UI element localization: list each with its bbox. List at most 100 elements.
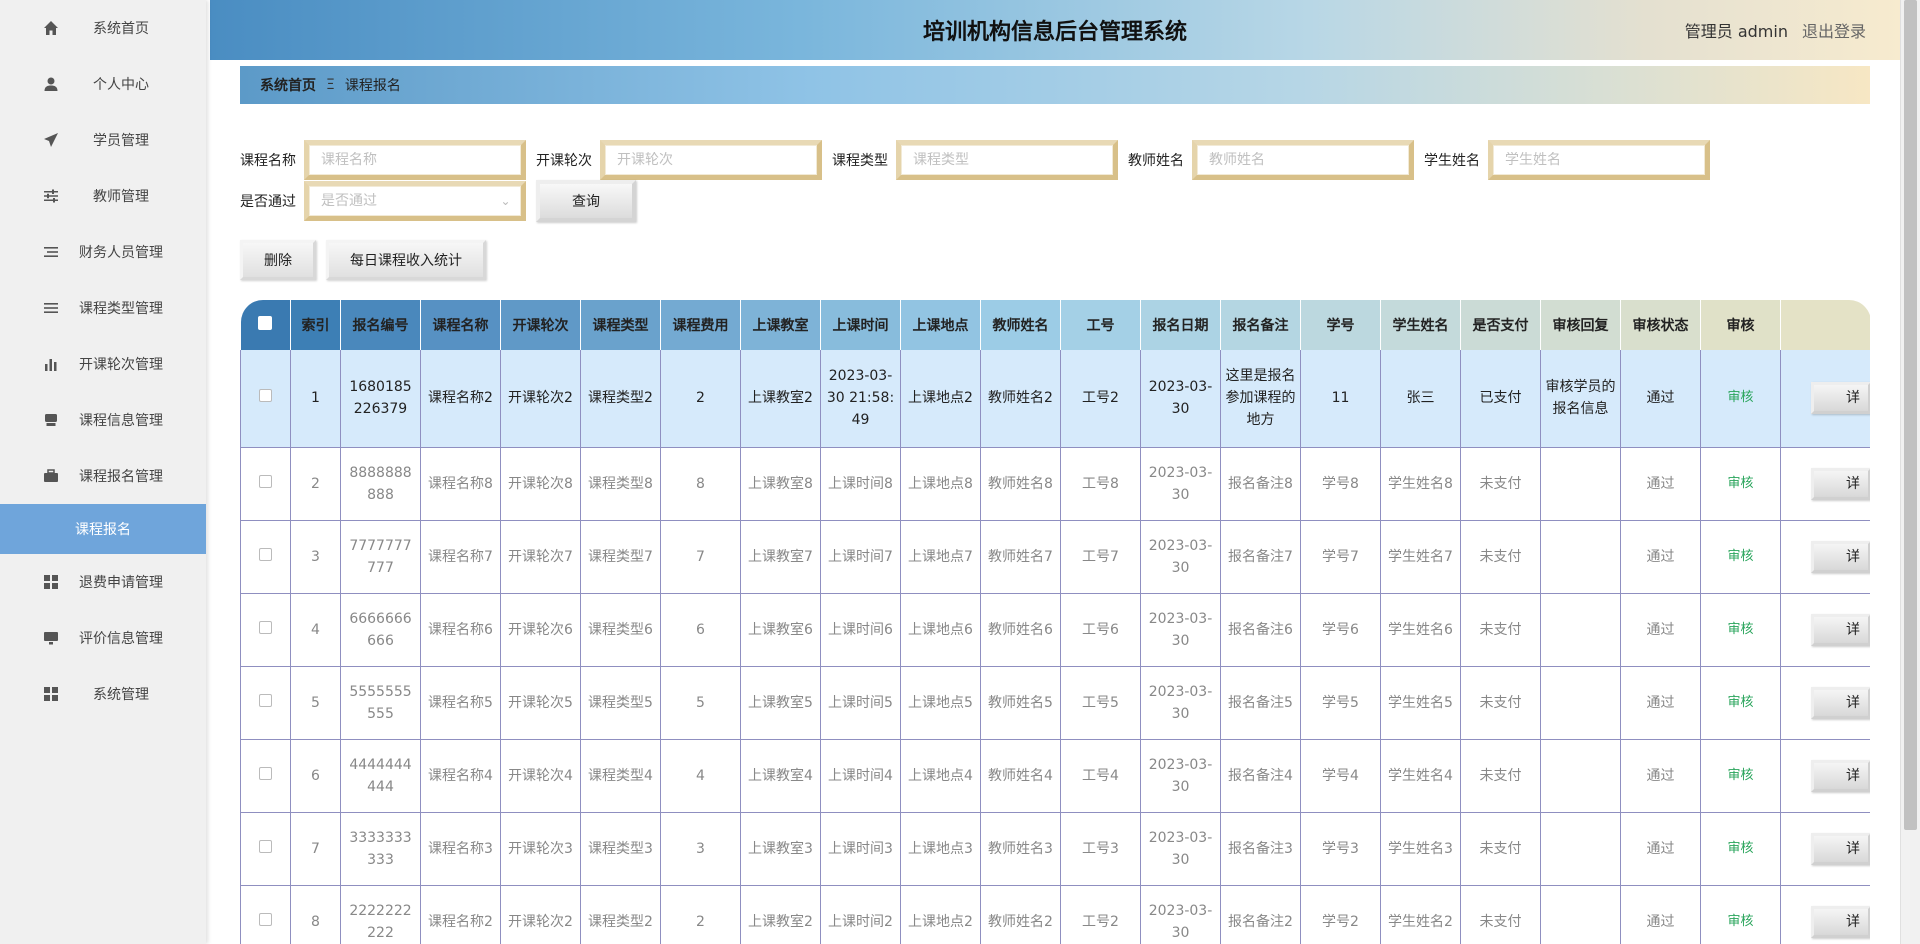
breadcrumb-separator-icon: Ξ xyxy=(326,77,335,93)
audit-link[interactable]: 审核 xyxy=(1700,739,1781,813)
round-input[interactable] xyxy=(617,152,817,168)
audit-link[interactable]: 审核 xyxy=(1700,350,1781,448)
row-actions-cell: 详 xyxy=(1780,593,1870,667)
user-name: 管理员 admin xyxy=(1684,22,1788,41)
round-cell: 开课轮次2 xyxy=(500,885,581,944)
delete-button[interactable]: 删除 xyxy=(240,240,316,280)
sidebar-subitem-enroll[interactable]: 课程报名 xyxy=(0,504,206,554)
column-header: 上课地点 xyxy=(900,300,981,350)
course-name-input[interactable] xyxy=(321,152,521,168)
pass-select[interactable]: ⌄ xyxy=(304,181,526,221)
row-checkbox[interactable] xyxy=(259,693,272,707)
student-id-cell: 11 xyxy=(1300,350,1381,448)
student-id-cell: 学号5 xyxy=(1300,666,1381,740)
row-select-cell xyxy=(240,350,291,448)
enroll-no-cell: 3333333333 xyxy=(340,812,421,886)
sidebar-item-rounds[interactable]: 开课轮次管理 xyxy=(0,336,206,392)
top-header: 培训机构信息后台管理系统 管理员 admin 退出登录 xyxy=(210,0,1900,60)
breadcrumb-home[interactable]: 系统首页 xyxy=(260,75,316,95)
sidebar-item-refunds[interactable]: 退费申请管理 xyxy=(0,554,206,610)
course-type-cell: 课程类型5 xyxy=(580,666,661,740)
audit-link[interactable]: 审核 xyxy=(1700,447,1781,521)
student-id-cell: 学号8 xyxy=(1300,447,1381,521)
bar-chart-icon xyxy=(42,355,60,373)
list-icon xyxy=(42,243,60,261)
detail-button[interactable]: 详 xyxy=(1811,540,1870,573)
print-icon xyxy=(42,411,60,429)
search-row-2: 是否通过 ⌄ 查询 xyxy=(240,180,636,222)
enroll-date-cell: 2023-03-30 xyxy=(1140,812,1221,886)
class-time-cell: 上课时间8 xyxy=(820,447,901,521)
grid-icon xyxy=(42,573,60,591)
status-cell: 通过 xyxy=(1620,447,1701,521)
detail-button[interactable]: 详 xyxy=(1811,613,1870,646)
place-cell: 上课地点6 xyxy=(900,593,981,667)
pass-select-input[interactable] xyxy=(321,193,501,209)
status-cell: 通过 xyxy=(1620,593,1701,667)
sidebar-item-label: 开课轮次管理 xyxy=(79,357,163,373)
sidebar-item-label: 系统首页 xyxy=(93,21,149,37)
detail-button[interactable]: 详 xyxy=(1811,467,1870,500)
daily-income-stats-button[interactable]: 每日课程收入统计 xyxy=(326,240,486,280)
select-all-checkbox[interactable] xyxy=(258,316,273,330)
teacher-input[interactable] xyxy=(1209,152,1409,168)
query-button[interactable]: 查询 xyxy=(536,180,636,222)
user-area: 管理员 admin 退出登录 xyxy=(1685,0,1866,60)
sidebar-item-label: 退费申请管理 xyxy=(79,575,163,591)
remark-cell: 报名备注4 xyxy=(1220,739,1301,813)
reply-cell: 审核学员的报名信息 xyxy=(1540,350,1621,448)
row-checkbox[interactable] xyxy=(259,912,272,926)
course-name-cell: 课程名称8 xyxy=(420,447,501,521)
detail-button[interactable]: 详 xyxy=(1811,759,1870,792)
row-select-cell xyxy=(240,885,291,944)
sidebar-item-teachers[interactable]: 教师管理 xyxy=(0,168,206,224)
table-header-row: 索引 报名编号 课程名称 开课轮次 课程类型 课程费用 上课教室 上课时间 上课… xyxy=(240,300,1870,350)
sidebar-item-reviews[interactable]: 评价信息管理 xyxy=(0,610,206,666)
audit-link[interactable]: 审核 xyxy=(1700,885,1781,944)
audit-link[interactable]: 审核 xyxy=(1700,593,1781,667)
remark-cell: 报名备注2 xyxy=(1220,885,1301,944)
audit-link[interactable]: 审核 xyxy=(1700,812,1781,886)
sidebar-item-enrollment[interactable]: 课程报名管理 xyxy=(0,448,206,504)
student-name-cell: 学生姓名3 xyxy=(1380,812,1461,886)
scrollbar-thumb[interactable] xyxy=(1904,0,1917,830)
row-checkbox[interactable] xyxy=(259,620,272,634)
sidebar-item-course-info[interactable]: 课程信息管理 xyxy=(0,392,206,448)
row-checkbox[interactable] xyxy=(259,474,272,488)
sidebar-item-profile[interactable]: 个人中心 xyxy=(0,56,206,112)
status-cell: 通过 xyxy=(1620,520,1701,594)
course-name-cell: 课程名称3 xyxy=(420,812,501,886)
detail-button[interactable]: 详 xyxy=(1811,832,1870,865)
type-input[interactable] xyxy=(913,152,1113,168)
row-checkbox[interactable] xyxy=(259,839,272,853)
logout-link[interactable]: 退出登录 xyxy=(1802,18,1866,42)
audit-link[interactable]: 审核 xyxy=(1700,666,1781,740)
status-cell: 通过 xyxy=(1620,666,1701,740)
row-checkbox[interactable] xyxy=(259,389,272,403)
audit-link[interactable]: 审核 xyxy=(1700,520,1781,594)
sidebar-item-students[interactable]: 学员管理 xyxy=(0,112,206,168)
index-cell: 8 xyxy=(290,885,341,944)
job-no-cell: 工号5 xyxy=(1060,666,1141,740)
enroll-date-cell: 2023-03-30 xyxy=(1140,520,1221,594)
sliders-icon xyxy=(42,187,60,205)
row-checkbox[interactable] xyxy=(259,547,272,561)
sidebar-item-system[interactable]: 系统管理 xyxy=(0,666,206,722)
sidebar-item-label: 课程类型管理 xyxy=(79,301,163,317)
sidebar-item-course-types[interactable]: 课程类型管理 xyxy=(0,280,206,336)
sidebar-item-home[interactable]: 系统首页 xyxy=(0,0,206,56)
select-all-header xyxy=(240,300,291,350)
row-checkbox[interactable] xyxy=(259,766,272,780)
place-cell: 上课地点3 xyxy=(900,812,981,886)
column-header: 课程类型 xyxy=(580,300,661,350)
page-scrollbar[interactable] xyxy=(1900,0,1920,944)
detail-button[interactable]: 详 xyxy=(1811,382,1870,415)
paid-cell: 未支付 xyxy=(1460,885,1541,944)
course-type-cell: 课程类型7 xyxy=(580,520,661,594)
student-input[interactable] xyxy=(1505,152,1705,168)
sidebar-item-finance[interactable]: 财务人员管理 xyxy=(0,224,206,280)
fee-cell: 2 xyxy=(660,350,741,448)
detail-button[interactable]: 详 xyxy=(1811,905,1870,938)
detail-button[interactable]: 详 xyxy=(1811,686,1870,719)
paid-cell: 未支付 xyxy=(1460,447,1541,521)
